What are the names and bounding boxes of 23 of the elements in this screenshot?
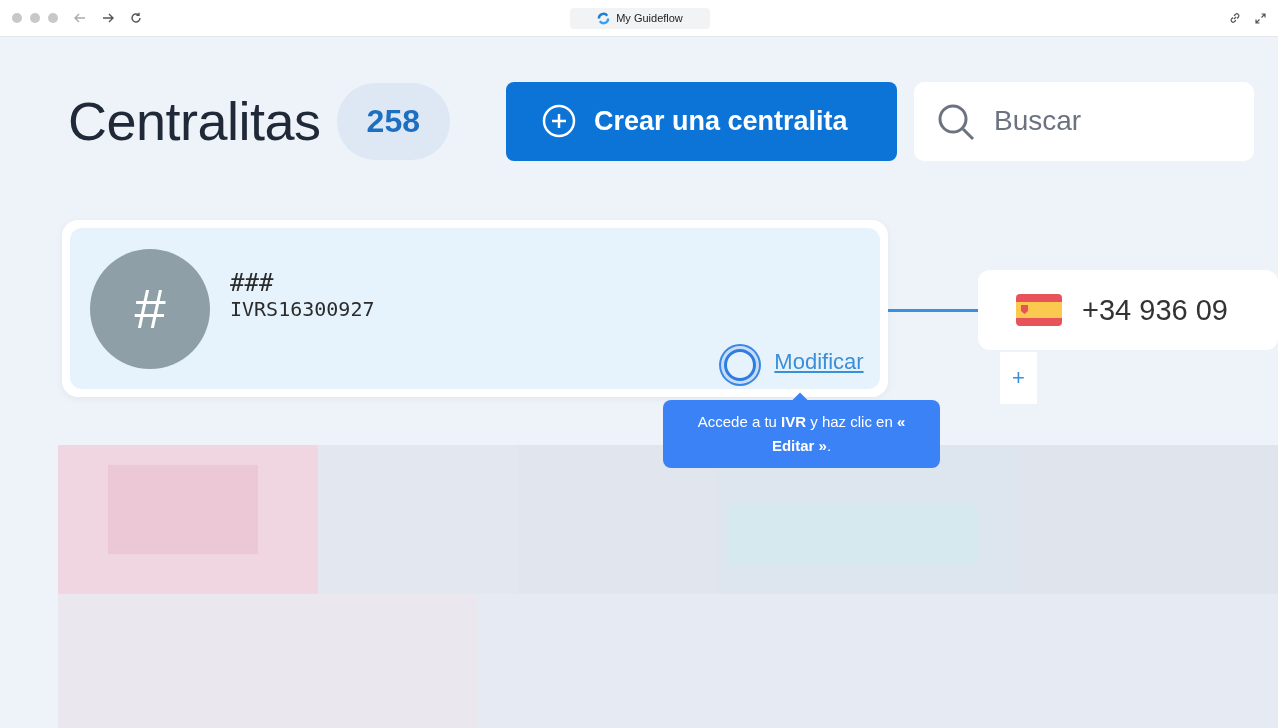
ivr-card[interactable]: # ### IVRS16300927 Modificar <box>62 220 888 397</box>
plus-circle-icon <box>542 104 576 138</box>
logo-icon <box>597 11 611 25</box>
page-title: Centralitas <box>68 90 321 152</box>
window-dot-icon[interactable] <box>30 13 40 23</box>
browser-tab[interactable]: My Guideflow <box>570 7 710 29</box>
forward-arrow-icon[interactable] <box>102 13 114 23</box>
tooltip-text: Accede a tu IVR y haz clic en « Editar ». <box>697 413 906 454</box>
create-button[interactable]: Crear una centralita <box>506 81 897 161</box>
window-dot-icon[interactable] <box>48 13 58 23</box>
expand-icon[interactable] <box>1255 12 1266 24</box>
spain-flag-icon <box>1016 294 1062 326</box>
window-dot-icon[interactable] <box>12 13 22 23</box>
phone-number-card[interactable]: +34 936 09 <box>978 270 1278 350</box>
search-field[interactable]: Buscar <box>914 81 1254 161</box>
tab-title: My Guideflow <box>616 12 683 24</box>
avatar: # <box>90 248 210 369</box>
phone-number: +34 936 09 <box>1082 293 1228 327</box>
ivr-code: IVRS16300927 <box>230 296 375 321</box>
ivr-name: ### <box>230 268 275 297</box>
link-icon[interactable] <box>1229 12 1241 24</box>
reload-icon[interactable] <box>130 12 142 24</box>
count-badge: 258 <box>336 82 450 160</box>
